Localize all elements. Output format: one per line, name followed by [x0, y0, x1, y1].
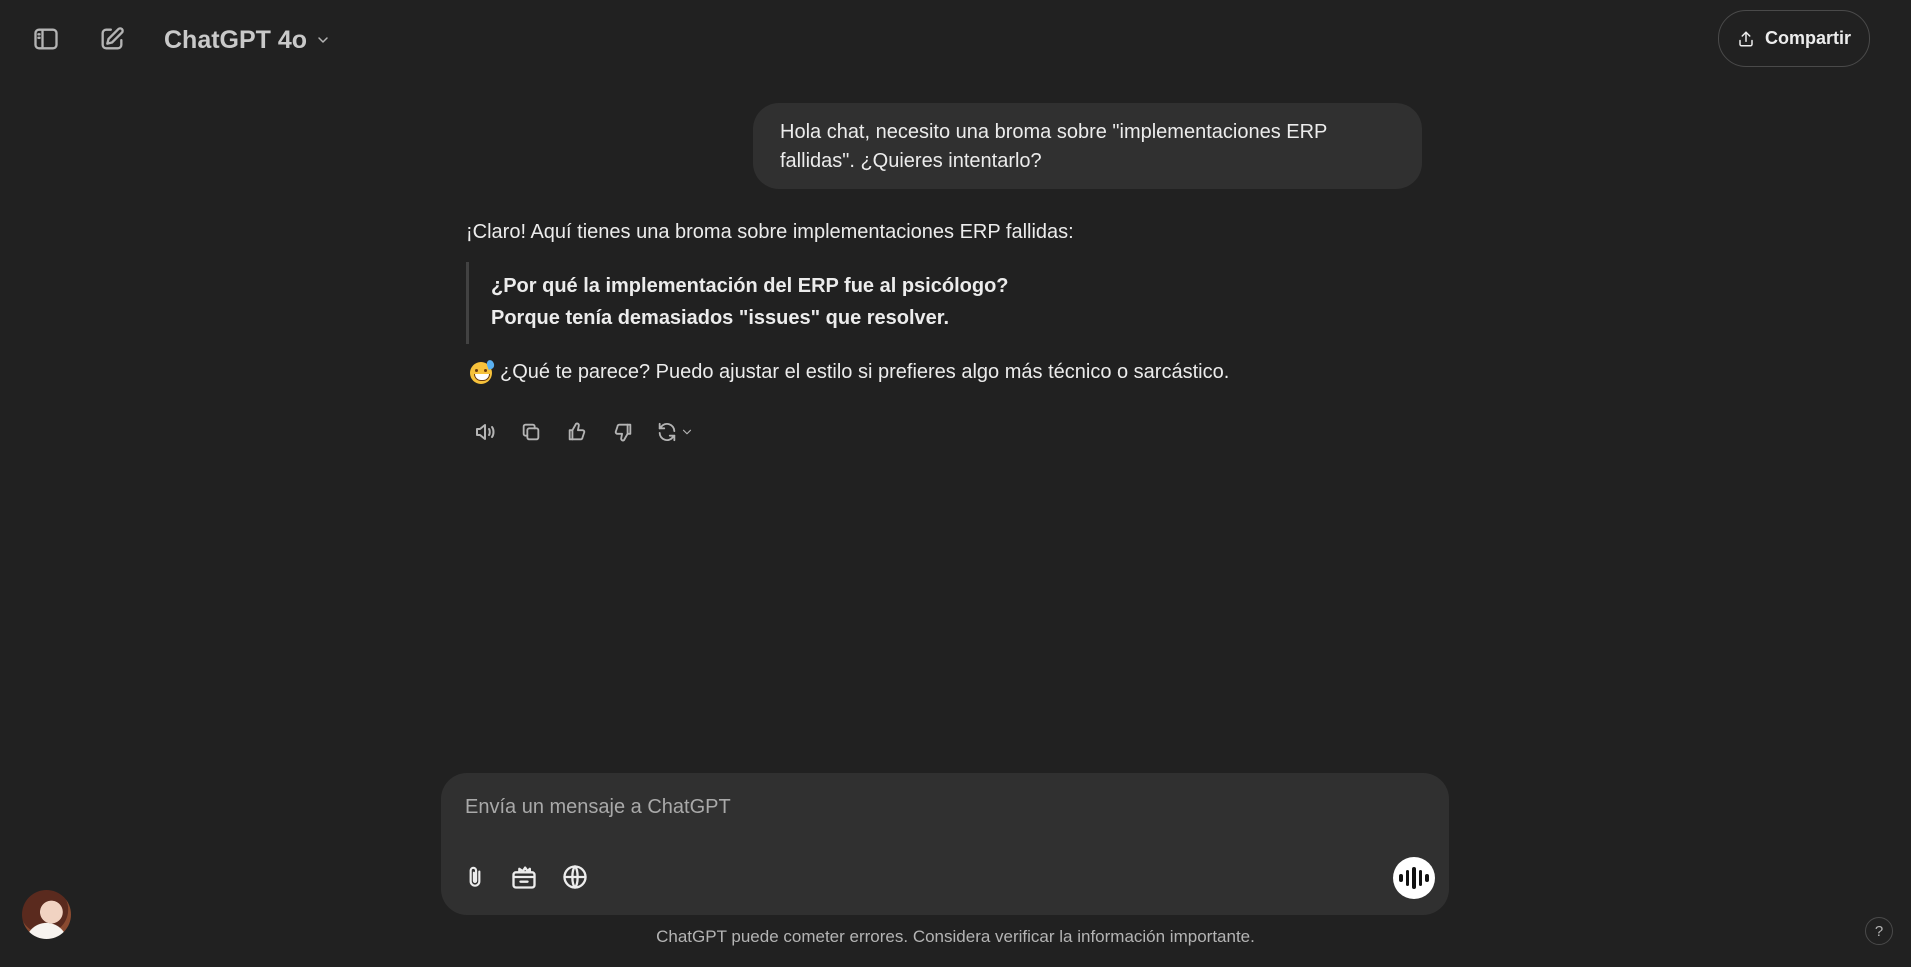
read-aloud-button[interactable] — [466, 414, 504, 450]
thumbs-down-icon — [614, 423, 632, 442]
copy-button[interactable] — [512, 414, 550, 450]
thumbs-up-icon — [568, 422, 586, 441]
web-search-button[interactable] — [555, 857, 595, 897]
share-button[interactable]: Compartir — [1718, 10, 1870, 67]
assistant-intro-text: ¡Claro! Aquí tienes una broma sobre impl… — [466, 221, 1074, 243]
user-message-bubble: Hola chat, necesito una broma sobre "imp… — [753, 103, 1422, 189]
message-actions — [466, 414, 700, 450]
share-upload-icon — [1739, 31, 1753, 46]
grinning-sweat-emoji-icon — [470, 358, 496, 384]
model-name: ChatGPT 4o — [164, 25, 308, 54]
help-label: ? — [1874, 922, 1884, 940]
thumbs-up-button[interactable] — [558, 414, 596, 450]
chevron-down-icon — [682, 429, 692, 435]
user-message-text: Hola chat, necesito una broma sobre "imp… — [780, 121, 1328, 172]
regenerate-button[interactable] — [650, 414, 700, 450]
toolbox-icon — [512, 866, 536, 889]
paperclip-icon — [469, 866, 481, 887]
assistant-followup-text: ¿Qué te parece? Puedo ajustar el estilo … — [500, 361, 1230, 383]
model-selector[interactable]: ChatGPT 4o — [158, 20, 337, 60]
sidebar-icon — [34, 28, 58, 50]
avatar[interactable] — [22, 890, 71, 939]
top-bar: ChatGPT 4o Compartir — [0, 0, 1911, 78]
assistant-followup: ¿Qué te parece? Puedo ajustar el estilo … — [466, 358, 1229, 387]
copy-icon — [522, 423, 540, 441]
message-composer — [441, 773, 1449, 915]
globe-icon — [563, 865, 587, 889]
voice-mode-button[interactable] — [1393, 857, 1435, 899]
message-input[interactable] — [465, 791, 1365, 823]
thumbs-down-button[interactable] — [604, 414, 642, 450]
sidebar-toggle-button[interactable] — [24, 17, 68, 61]
chevron-down-icon — [318, 37, 328, 43]
disclaimer-text: ChatGPT puede cometer errores. Considera… — [656, 927, 1255, 946]
joke-answer: Porque tenía demasiados "issues" que res… — [491, 307, 950, 329]
voice-waveform-icon — [1398, 867, 1431, 889]
help-button[interactable]: ? — [1865, 917, 1893, 945]
joke-question: ¿Por qué la implementación del ERP fue a… — [491, 275, 1009, 297]
speaker-icon — [476, 424, 495, 440]
new-chat-button[interactable] — [90, 17, 134, 61]
share-label: Compartir — [1764, 28, 1851, 48]
joke-blockquote: ¿Por qué la implementación del ERP fue a… — [466, 262, 1009, 344]
attach-button[interactable] — [455, 857, 495, 897]
tools-button[interactable] — [504, 857, 544, 897]
edit-icon — [101, 27, 124, 50]
regenerate-icon — [658, 422, 676, 442]
